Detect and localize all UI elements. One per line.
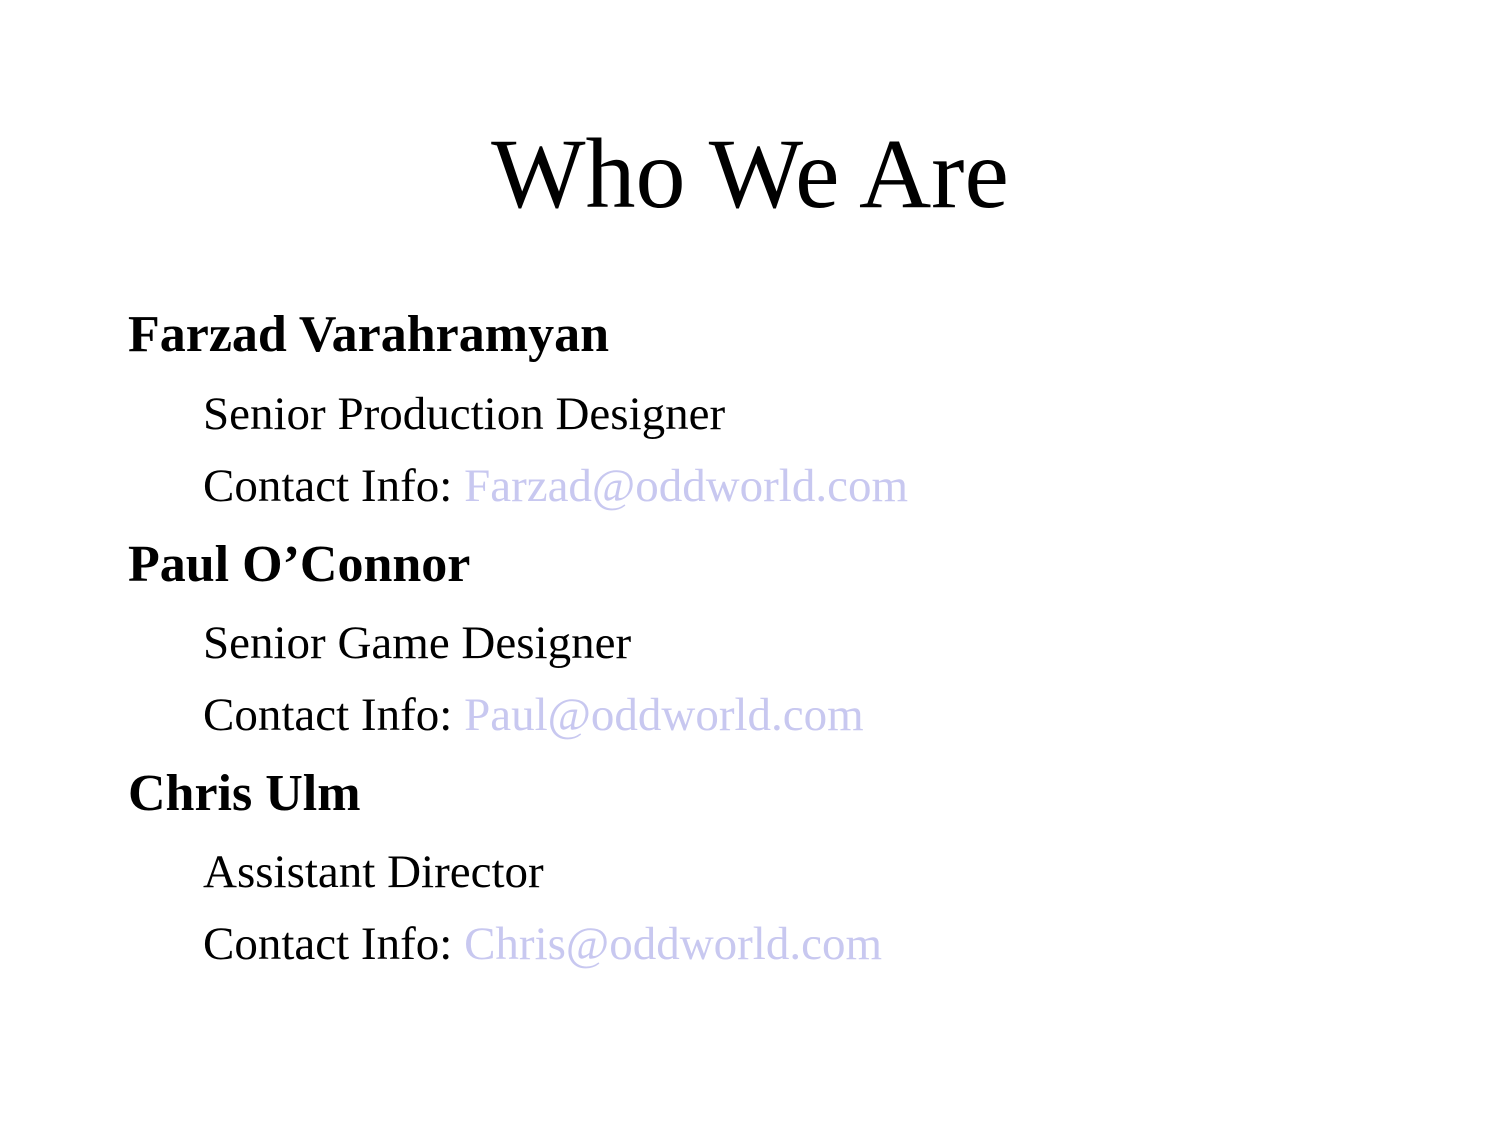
contact-label: Contact Info:: [203, 689, 465, 741]
person-role: Assistant Director: [203, 846, 544, 898]
contact-label: Contact Info:: [203, 460, 465, 512]
person-role: Senior Production Designer: [203, 388, 726, 440]
contact-line: Contact Info: Paul@oddworld.com: [203, 692, 864, 739]
person-name: Paul O’Connor: [128, 536, 471, 593]
person-role: Senior Game Designer: [203, 617, 632, 669]
slide-title: Who We Are: [491, 118, 1009, 229]
person-name: Chris Ulm: [128, 765, 361, 822]
contact-label: Contact Info:: [203, 918, 465, 970]
person-name: Farzad Varahramyan: [128, 306, 609, 363]
contact-line: Contact Info: Farzad@oddworld.com: [203, 463, 908, 510]
contact-line: Contact Info: Chris@oddworld.com: [203, 921, 882, 968]
email-link[interactable]: Paul@oddworld.com: [464, 689, 864, 741]
email-link[interactable]: Farzad@oddworld.com: [464, 460, 908, 512]
email-link[interactable]: Chris@oddworld.com: [464, 918, 882, 970]
